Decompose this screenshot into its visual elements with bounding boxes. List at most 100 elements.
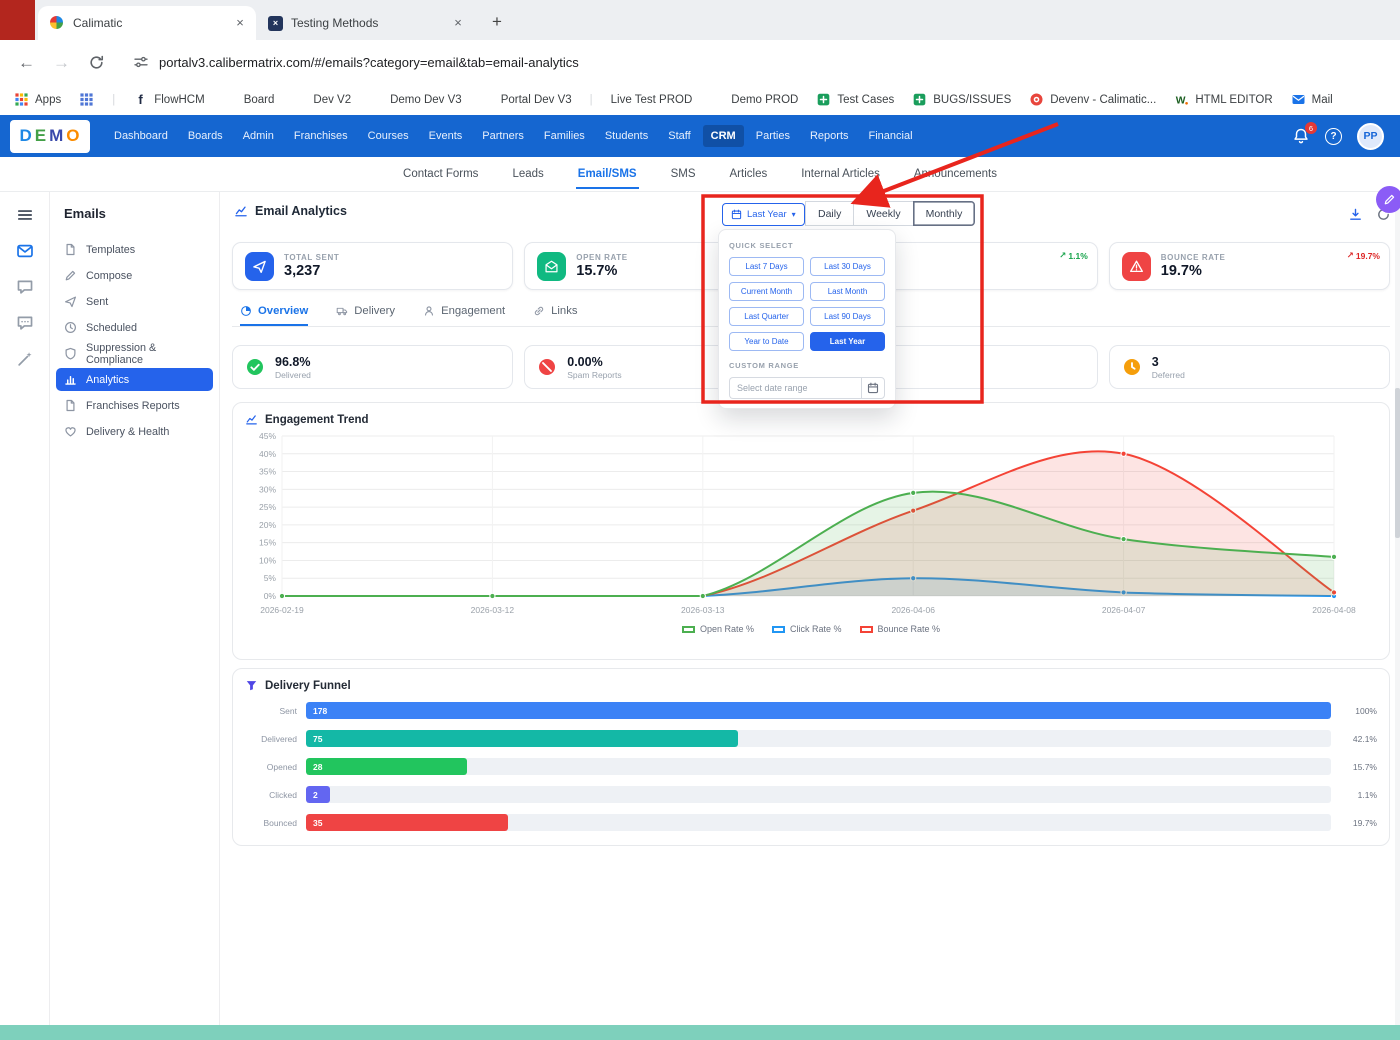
quick-select-option[interactable]: Last Month <box>810 282 885 301</box>
date-range-input[interactable] <box>729 377 861 399</box>
sidebar-item[interactable]: Franchises Reports <box>56 394 213 417</box>
close-icon[interactable]: × <box>232 15 248 31</box>
reload-icon[interactable] <box>88 54 105 71</box>
app-nav-item[interactable]: Staff <box>660 125 698 147</box>
app-nav-item[interactable]: CRM <box>702 125 744 147</box>
funnel-value: 28 <box>313 761 323 772</box>
sidebar-item[interactable]: Analytics <box>56 368 213 391</box>
app-nav-item[interactable]: Boards <box>180 125 231 147</box>
new-tab-button[interactable]: + <box>484 9 510 35</box>
quick-select-option[interactable]: Year to Date <box>729 332 804 351</box>
app-nav-item[interactable]: Students <box>597 125 656 147</box>
sidebar-item[interactable]: Compose <box>56 264 213 287</box>
sidebar-item[interactable]: Delivery & Health <box>56 420 213 443</box>
analytics-tab[interactable]: Delivery <box>336 298 395 326</box>
funnel-value: 178 <box>313 705 328 716</box>
quick-select-option[interactable]: Last 30 Days <box>810 257 885 276</box>
app-nav-item[interactable]: Reports <box>802 125 857 147</box>
browser-tab-testing-methods[interactable]: × Testing Methods × <box>256 6 474 40</box>
bookmark-item[interactable]: f FlowHCM <box>133 92 205 107</box>
app-nav-item[interactable]: Parties <box>748 125 798 147</box>
app-nav-item[interactable]: Financial <box>861 125 921 147</box>
bookmark-item[interactable]: Portal Dev V3 <box>480 92 572 107</box>
bookmark-item[interactable]: | <box>590 94 593 106</box>
funnel-track: 28 <box>306 758 1331 775</box>
funnel-rows: Sent 178 100% Delivered 75 42.1% Opened … <box>233 696 1389 831</box>
export-icon[interactable] <box>1348 207 1363 222</box>
app-nav-item[interactable]: Courses <box>360 125 417 147</box>
sidebar-item-icon <box>64 373 77 386</box>
back-icon[interactable]: ← <box>18 54 35 71</box>
bookmark-item[interactable]: Mail <box>1291 92 1333 107</box>
svg-text:35%: 35% <box>259 467 276 477</box>
app-nav-item[interactable]: Families <box>536 125 593 147</box>
help-icon[interactable]: ? <box>1325 127 1342 145</box>
analytics-tab[interactable]: Engagement <box>423 298 505 326</box>
app-nav-item[interactable]: Events <box>421 125 471 147</box>
quick-select-option[interactable]: Last 7 Days <box>729 257 804 276</box>
funnel-track: 75 <box>306 730 1331 747</box>
bookmark-item[interactable] <box>79 92 94 107</box>
substat-value: 3 <box>1151 354 1159 369</box>
sidebar-item[interactable]: Scheduled <box>56 316 213 339</box>
rail-icon[interactable] <box>16 278 34 296</box>
subnav-item[interactable]: Email/SMS <box>575 159 639 189</box>
analytics-tab[interactable]: Overview <box>240 298 309 326</box>
analytics-tab[interactable]: Links <box>533 298 578 326</box>
subnav-item[interactable]: Announcements <box>912 159 999 189</box>
scrollbar[interactable] <box>1395 192 1400 1025</box>
rail-icon[interactable] <box>16 314 34 332</box>
subnav-item[interactable]: Contact Forms <box>401 159 480 189</box>
date-range-button[interactable]: Last Year ▾ <box>722 203 805 226</box>
bookmark-item[interactable]: Board <box>223 92 275 107</box>
subnav-item[interactable]: Internal Articles <box>799 159 882 189</box>
omnibox[interactable]: portalv3.calibermatrix.com/#/emails?cate… <box>123 46 1382 78</box>
substat-value: 0.00% <box>567 354 603 369</box>
sidebar-item[interactable]: Suppression & Compliance <box>56 342 213 366</box>
browser-tab-calimatic[interactable]: Calimatic × <box>38 6 256 40</box>
bookmark-item[interactable]: BUGS/ISSUES <box>912 92 1011 107</box>
bookmark-item[interactable]: Test Cases <box>816 92 894 107</box>
quick-select-option[interactable]: Last Year <box>810 332 885 351</box>
subnav-item[interactable]: Leads <box>510 159 545 189</box>
edit-fab[interactable] <box>1376 186 1400 213</box>
granularity-button[interactable]: Monthly <box>912 201 976 226</box>
bookmark-item[interactable]: Dev V2 <box>292 92 351 107</box>
emails-sidebar: Emails Templates Compose Sent Scheduled … <box>50 192 220 1025</box>
forward-icon[interactable]: → <box>53 54 70 71</box>
quick-select-option[interactable]: Last 90 Days <box>810 307 885 326</box>
app-nav-item[interactable]: Partners <box>474 125 532 147</box>
stat-label: TOTAL SENT <box>284 253 340 262</box>
close-icon[interactable]: × <box>450 15 466 31</box>
rail-icon[interactable] <box>16 206 34 224</box>
granularity-button[interactable]: Daily <box>805 201 855 226</box>
legend-item: Click Rate % <box>771 624 842 634</box>
calendar-button[interactable] <box>861 377 885 399</box>
rail-icon[interactable] <box>16 242 34 260</box>
bookmark-item[interactable]: Devenv - Calimatic... <box>1029 92 1156 107</box>
bookmark-item[interactable]: Apps <box>14 92 61 107</box>
quick-select-option[interactable]: Last Quarter <box>729 307 804 326</box>
substat-card: 3 Deferred <box>1108 345 1390 389</box>
subnav-item[interactable]: SMS <box>669 159 698 189</box>
bookmark-favicon <box>710 92 725 107</box>
quick-select-option[interactable]: Current Month <box>729 282 804 301</box>
sidebar-item[interactable]: Sent <box>56 290 213 313</box>
app-nav-item[interactable]: Admin <box>235 125 282 147</box>
subnav-item[interactable]: Articles <box>728 159 770 189</box>
sidebar-item[interactable]: Templates <box>56 238 213 261</box>
app-nav-item[interactable]: Dashboard <box>106 125 176 147</box>
bookmark-item[interactable]: Demo Dev V3 <box>369 92 462 107</box>
bookmark-item[interactable]: W HTML EDITOR <box>1174 92 1273 107</box>
site-settings-icon[interactable] <box>133 54 149 70</box>
pencil-icon <box>1383 193 1396 206</box>
bookmark-item[interactable]: Demo PROD <box>710 92 798 107</box>
app-nav-item[interactable]: Franchises <box>286 125 356 147</box>
bookmark-item[interactable]: Live Test PROD <box>611 94 693 106</box>
crm-subnav: Contact Forms Leads Email/SMS SMS Articles In… <box>0 157 1400 192</box>
notifications-bell-icon[interactable]: 6 <box>1292 122 1317 145</box>
avatar[interactable]: PP <box>1357 122 1384 150</box>
bookmark-item[interactable]: | <box>112 94 115 106</box>
rail-icon[interactable] <box>16 350 34 368</box>
granularity-button[interactable]: Weekly <box>853 201 914 226</box>
